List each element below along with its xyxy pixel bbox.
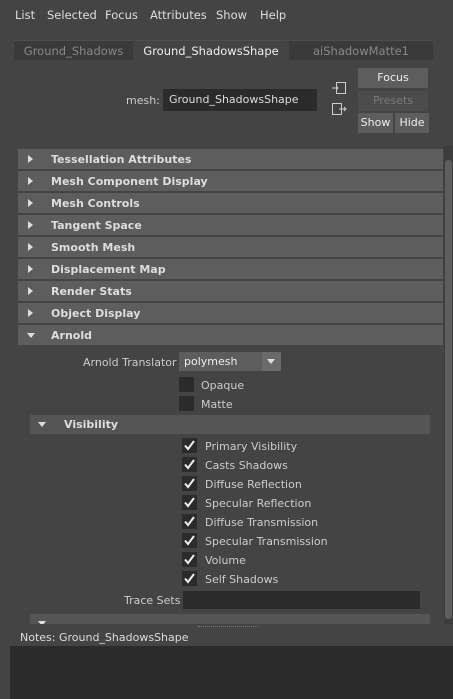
checkmark-icon xyxy=(184,554,195,565)
checkmark-icon xyxy=(184,516,195,527)
notes-textarea[interactable] xyxy=(10,646,453,699)
self-shadows-checkbox[interactable] xyxy=(182,571,197,586)
collapsed-arrow-icon xyxy=(28,287,33,295)
specular-reflection-checkbox[interactable] xyxy=(182,495,197,510)
casts-shadows-checkbox[interactable] xyxy=(182,457,197,472)
node-tabs: Ground_Shadows Ground_ShadowsShape aiSha… xyxy=(0,40,453,60)
hide-button[interactable]: Hide xyxy=(395,113,429,133)
collapsed-arrow-icon xyxy=(28,309,33,317)
collapsed-arrow-icon xyxy=(28,199,33,207)
primary-visibility-checkbox[interactable] xyxy=(182,438,197,453)
tab-ai-shadow-matte[interactable]: aiShadowMatte1 xyxy=(289,40,433,60)
arnold-translator-label: Arnold Translator xyxy=(83,356,177,369)
diffuse-transmission-checkbox[interactable] xyxy=(182,514,197,529)
matte-label: Matte xyxy=(201,398,233,411)
tab-ground-shadows[interactable]: Ground_Shadows xyxy=(14,40,133,60)
vertical-scrollbar[interactable] xyxy=(444,146,453,624)
diffuse-transmission-label: Diffuse Transmission xyxy=(205,516,319,529)
casts-shadows-label: Casts Shadows xyxy=(205,459,288,472)
specular-reflection-label: Specular Reflection xyxy=(205,497,312,510)
section-tangent-space[interactable]: Tangent Space xyxy=(18,215,443,235)
section-tessellation-attributes[interactable]: Tessellation Attributes xyxy=(18,149,443,169)
menu-selected[interactable]: Selected xyxy=(47,8,97,22)
attribute-editor: List Selected Focus Attributes Show Help… xyxy=(0,0,453,699)
checkmark-icon xyxy=(184,478,195,489)
expanded-arrow-icon xyxy=(38,422,46,427)
collapsed-arrow-icon xyxy=(28,221,33,229)
input-connection-icon[interactable] xyxy=(331,81,347,95)
notes-label: Notes: Ground_ShadowsShape xyxy=(20,631,189,644)
tab-ground-shadows-shape[interactable]: Ground_ShadowsShape xyxy=(135,40,287,60)
primary-visibility-label: Primary Visibility xyxy=(205,440,298,453)
menu-show[interactable]: Show xyxy=(216,8,247,22)
collapsed-arrow-icon xyxy=(28,155,33,163)
menu-bar: List Selected Focus Attributes Show Help xyxy=(0,0,453,31)
splitter-handle[interactable] xyxy=(198,626,258,628)
volume-label: Volume xyxy=(205,554,246,567)
menu-attributes[interactable]: Attributes xyxy=(150,8,207,22)
node-type-label: mesh: xyxy=(126,94,160,107)
specular-transmission-checkbox[interactable] xyxy=(182,533,197,548)
scrollbar-thumb[interactable] xyxy=(445,160,452,619)
diffuse-reflection-checkbox[interactable] xyxy=(182,476,197,491)
collapsed-arrow-icon xyxy=(28,265,33,273)
collapsed-arrow-icon xyxy=(28,177,33,185)
section-mesh-controls[interactable]: Mesh Controls xyxy=(18,193,443,213)
section-object-display[interactable]: Object Display xyxy=(18,303,443,323)
checkmark-icon xyxy=(184,573,195,584)
section-mesh-component-display[interactable]: Mesh Component Display xyxy=(18,171,443,191)
menu-focus[interactable]: Focus xyxy=(105,8,138,22)
node-name-field[interactable]: Ground_ShadowsShape xyxy=(163,89,317,111)
checkmark-icon xyxy=(184,497,195,508)
section-arnold[interactable]: Arnold xyxy=(18,325,443,345)
matte-checkbox[interactable] xyxy=(179,396,194,411)
output-connection-icon[interactable] xyxy=(331,102,347,116)
opaque-checkbox[interactable] xyxy=(179,377,194,392)
volume-checkbox[interactable] xyxy=(182,552,197,567)
diffuse-reflection-label: Diffuse Reflection xyxy=(205,478,302,491)
arnold-translator-dropdown[interactable]: polymesh xyxy=(179,352,281,371)
section-displacement-map[interactable]: Displacement Map xyxy=(18,259,443,279)
menu-list[interactable]: List xyxy=(15,8,35,22)
checkmark-icon xyxy=(184,535,195,546)
section-visibility[interactable]: Visibility xyxy=(30,415,430,434)
show-button[interactable]: Show xyxy=(358,113,393,133)
specular-transmission-label: Specular Transmission xyxy=(205,535,328,548)
section-render-stats[interactable]: Render Stats xyxy=(18,281,443,301)
section-export-partial[interactable] xyxy=(30,614,430,624)
checkmark-icon xyxy=(184,459,195,470)
section-smooth-mesh[interactable]: Smooth Mesh xyxy=(18,237,443,257)
self-shadows-label: Self Shadows xyxy=(205,573,279,586)
expanded-arrow-icon xyxy=(27,333,35,338)
opaque-label: Opaque xyxy=(201,379,245,392)
dropdown-arrow-icon[interactable] xyxy=(262,352,281,371)
focus-button[interactable]: Focus xyxy=(358,68,428,88)
collapsed-arrow-icon xyxy=(28,243,33,251)
checkmark-icon xyxy=(184,440,195,451)
attribute-panel: Tessellation Attributes Mesh Component D… xyxy=(12,146,453,624)
menu-help[interactable]: Help xyxy=(260,8,286,22)
trace-sets-input[interactable] xyxy=(183,591,420,609)
presets-button[interactable]: Presets xyxy=(358,91,428,111)
trace-sets-label: Trace Sets xyxy=(124,594,181,607)
